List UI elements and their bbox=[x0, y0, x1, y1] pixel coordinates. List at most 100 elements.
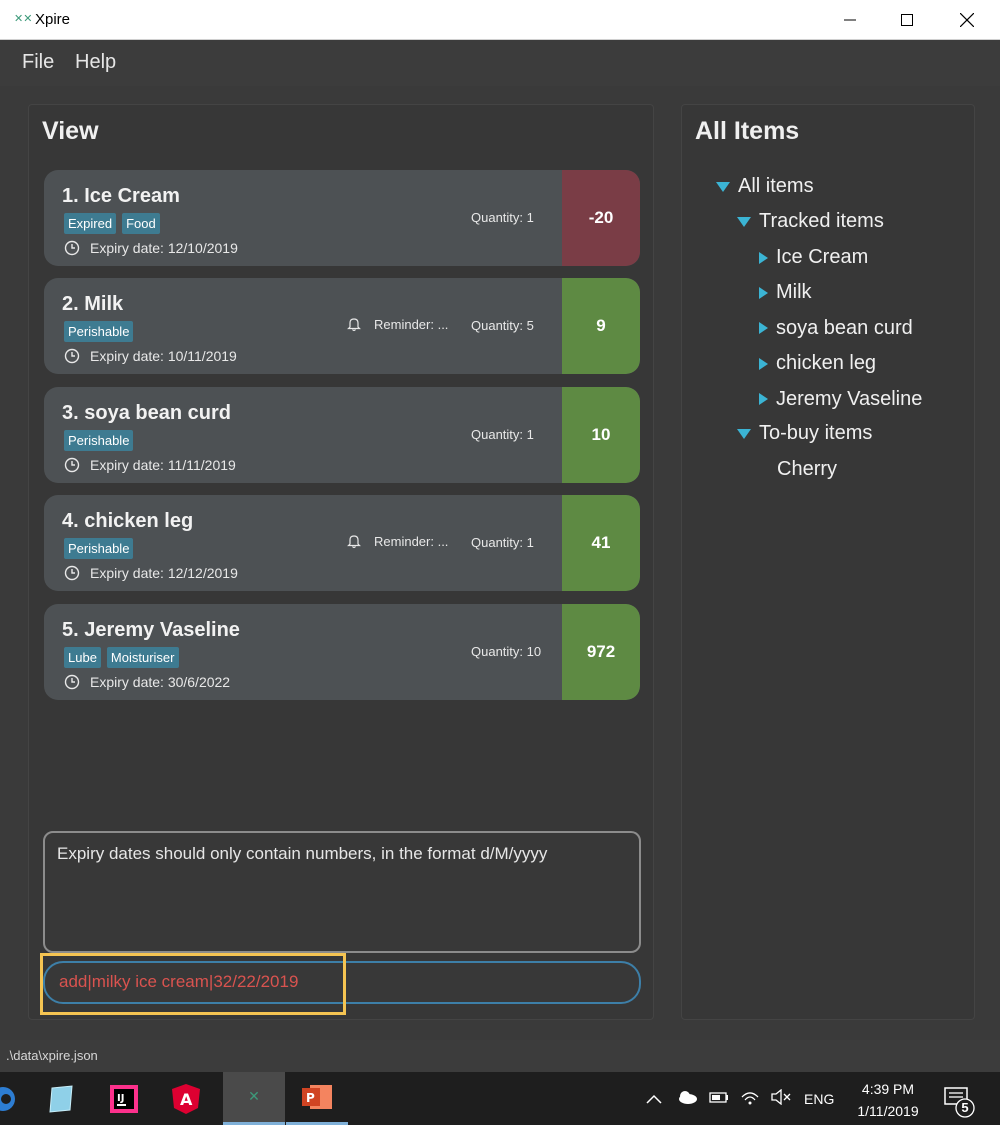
collapsed-arrow-icon[interactable] bbox=[759, 357, 768, 370]
tag-badge: Moisturiser bbox=[106, 647, 179, 668]
tree-node-tracked-item[interactable]: Jeremy Vaseline bbox=[759, 388, 922, 411]
tree-node-label: soya bean curd bbox=[776, 316, 913, 339]
tree-node-label: Milk bbox=[776, 281, 812, 304]
item-quantity: Quantity: 5 bbox=[471, 318, 534, 333]
expanded-arrow-icon[interactable] bbox=[737, 216, 751, 227]
angular-taskbar-button[interactable]: A bbox=[155, 1072, 217, 1125]
item-card[interactable]: 2. Milk Perishable Expiry date: 10/11/2019… bbox=[44, 278, 640, 374]
expanded-arrow-icon[interactable] bbox=[716, 181, 730, 192]
edge-icon bbox=[0, 1086, 15, 1111]
svg-text:A: A bbox=[180, 1090, 193, 1109]
minimize-icon bbox=[844, 19, 856, 21]
notepad-taskbar-button[interactable] bbox=[30, 1072, 92, 1125]
bell-icon bbox=[347, 535, 361, 549]
maximize-icon bbox=[901, 14, 913, 26]
tree-node-label: Jeremy Vaseline bbox=[776, 387, 923, 410]
item-card[interactable]: 1. Ice Cream Expired Food Expiry date: 12/1… bbox=[44, 170, 640, 266]
result-message: Expiry dates should only contain numbers… bbox=[57, 844, 548, 863]
menu-help[interactable]: Help bbox=[75, 51, 116, 74]
onedrive-icon[interactable] bbox=[676, 1090, 698, 1107]
days-left-badge: 972 bbox=[562, 604, 640, 700]
notification-count-badge: 5 bbox=[961, 1100, 969, 1115]
collapsed-arrow-icon[interactable] bbox=[759, 322, 768, 335]
expiry-date: Expiry date: 10/11/2019 bbox=[90, 348, 237, 364]
clock-icon bbox=[64, 565, 80, 581]
item-card[interactable]: 4. chicken leg Perishable Expiry date: 12/… bbox=[44, 495, 640, 591]
angular-icon: A bbox=[172, 1083, 200, 1114]
item-tags: Perishable bbox=[64, 430, 134, 451]
reminder-label: Reminder: ... bbox=[346, 533, 448, 549]
item-name: 2. Milk bbox=[62, 293, 124, 315]
window-title: Xpire bbox=[35, 11, 71, 28]
tree-node-label: chicken leg bbox=[776, 352, 877, 375]
action-center-button[interactable]: 5 bbox=[944, 1086, 978, 1125]
item-card[interactable]: 3. soya bean curd Perishable Expiry date: … bbox=[44, 387, 640, 483]
tree-node-tracked-items[interactable]: Tracked items bbox=[737, 210, 884, 233]
save-location-path: .\data\xpire.json bbox=[6, 1048, 98, 1063]
menu-file[interactable]: File bbox=[22, 51, 54, 74]
item-card[interactable]: 5. Jeremy Vaseline Lube Moisturiser Expiry … bbox=[44, 604, 640, 700]
close-icon bbox=[960, 13, 974, 27]
all-items-panel-title: All Items bbox=[695, 117, 800, 145]
collapsed-arrow-icon[interactable] bbox=[759, 393, 768, 406]
clock[interactable]: 4:39 PM 1/11/2019 bbox=[846, 1078, 930, 1122]
days-left-badge: 41 bbox=[562, 495, 640, 591]
volume-muted-icon[interactable] bbox=[770, 1088, 792, 1108]
collapsed-arrow-icon[interactable] bbox=[759, 251, 768, 264]
tree-node-label: To-buy items bbox=[759, 422, 873, 444]
expiry-row: Expiry date: 10/11/2019 bbox=[64, 348, 237, 364]
wifi-icon[interactable] bbox=[740, 1089, 760, 1108]
tree-node-all-items[interactable]: All items bbox=[716, 175, 814, 198]
svg-text:IJ: IJ bbox=[117, 1093, 124, 1104]
expiry-row: Expiry date: 30/6/2022 bbox=[64, 674, 230, 690]
bell-icon bbox=[347, 318, 361, 332]
tag-badge: Perishable bbox=[64, 321, 134, 342]
edge-taskbar-button[interactable] bbox=[0, 1072, 34, 1125]
expiry-date: Expiry date: 11/11/2019 bbox=[90, 457, 236, 473]
expiry-row: Expiry date: 12/12/2019 bbox=[64, 565, 238, 581]
battery-icon[interactable] bbox=[708, 1089, 730, 1108]
expanded-arrow-icon[interactable] bbox=[737, 428, 751, 439]
tree-node-tracked-item[interactable]: chicken leg bbox=[759, 352, 876, 375]
item-tags: Perishable bbox=[64, 538, 134, 559]
xpire-taskbar-button[interactable]: ✕ bbox=[223, 1072, 285, 1125]
days-left-badge: 9 bbox=[562, 278, 640, 374]
tree-node-tracked-item[interactable]: Milk bbox=[759, 281, 812, 304]
item-quantity: Quantity: 10 bbox=[471, 644, 542, 659]
collapsed-arrow-icon[interactable] bbox=[759, 286, 768, 299]
maximize-button[interactable] bbox=[877, 0, 937, 40]
show-hidden-icons-chevron-icon[interactable] bbox=[646, 1091, 662, 1107]
title-bar: ✕✕ Xpire bbox=[0, 0, 1000, 40]
expiry-date: Expiry date: 30/6/2022 bbox=[90, 674, 231, 690]
status-bar: .\data\xpire.json bbox=[0, 1040, 1000, 1072]
close-button[interactable] bbox=[937, 0, 997, 40]
tree-node-tracked-item[interactable]: Ice Cream bbox=[759, 246, 868, 269]
item-tags: Expired Food bbox=[64, 213, 160, 234]
powerpoint-taskbar-button[interactable]: P bbox=[286, 1072, 348, 1125]
item-quantity: Quantity: 1 bbox=[471, 210, 534, 225]
minimize-button[interactable] bbox=[820, 0, 880, 40]
clock-time: 4:39 PM bbox=[861, 1081, 915, 1097]
expiry-row: Expiry date: 12/10/2019 bbox=[64, 240, 238, 256]
tree-node-tracked-item[interactable]: soya bean curd bbox=[759, 317, 913, 340]
xpire-icon: ✕ bbox=[248, 1089, 260, 1105]
tree-node-label: Cherry bbox=[777, 458, 838, 480]
days-left-badge: 10 bbox=[562, 387, 640, 483]
powerpoint-icon: P bbox=[302, 1085, 332, 1109]
tag-badge: Lube bbox=[64, 647, 101, 668]
intellij-taskbar-button[interactable]: IJ bbox=[93, 1072, 155, 1125]
expiry-date: Expiry date: 12/12/2019 bbox=[90, 565, 238, 581]
highlight-annotation bbox=[40, 953, 346, 1015]
tree-node-to-buy-items[interactable]: To-buy items bbox=[737, 422, 872, 445]
menu-bar: File Help bbox=[0, 40, 1000, 86]
tag-badge: Perishable bbox=[64, 430, 134, 451]
reminder-text: Reminder: ... bbox=[374, 533, 449, 549]
tree-node-label: Tracked items bbox=[759, 210, 884, 232]
intellij-icon: IJ bbox=[110, 1084, 138, 1113]
clock-icon bbox=[64, 240, 80, 256]
language-indicator[interactable]: ENG bbox=[804, 1091, 834, 1107]
item-tags: Lube Moisturiser bbox=[64, 647, 179, 668]
all-items-panel: All Items All items Tracked items Ice Cr… bbox=[681, 104, 975, 1020]
item-quantity: Quantity: 1 bbox=[471, 427, 534, 442]
tree-node-to-buy-item[interactable]: Cherry bbox=[777, 458, 837, 481]
